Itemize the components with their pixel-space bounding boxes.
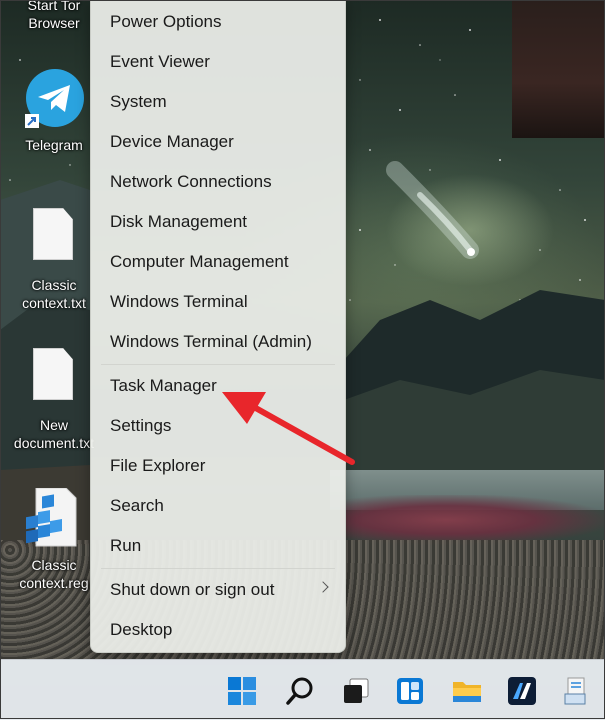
menu-item-windows-terminal[interactable]: Windows Terminal — [91, 283, 345, 321]
windows-start-icon — [228, 677, 256, 705]
menu-item-desktop[interactable]: Desktop — [91, 611, 345, 649]
menu-separator — [101, 568, 335, 569]
menu-item-label: Run — [110, 536, 142, 555]
menu-item-label: Disk Management — [110, 212, 248, 231]
registry-file-icon — [26, 487, 77, 547]
background-window-fragment — [512, 0, 605, 138]
search-icon — [286, 677, 313, 705]
menu-item-device-manager[interactable]: Device Manager — [91, 123, 345, 161]
menu-item-task-manager[interactable]: Task Manager — [91, 367, 345, 405]
menu-item-power-options[interactable]: Power Options — [91, 3, 345, 41]
app-button[interactable] — [502, 671, 542, 711]
menu-item-label: Device Manager — [110, 132, 234, 151]
file-explorer-icon — [453, 682, 481, 702]
quick-link-menu: Power Options Event Viewer System Device… — [90, 0, 346, 653]
menu-item-label: Computer Management — [110, 252, 289, 271]
desktop-icon-classic-reg[interactable] — [22, 487, 78, 548]
menu-item-label: Shut down or sign out — [110, 580, 275, 599]
text-file-icon — [33, 348, 73, 400]
desktop-icon-classic-txt[interactable] — [33, 208, 73, 262]
menu-item-label: Windows Terminal (Admin) — [110, 332, 312, 351]
menu-item-label: Task Manager — [110, 376, 217, 395]
menu-item-run[interactable]: Run — [91, 527, 345, 565]
app-icon — [508, 677, 536, 705]
desktop-app-icon — [564, 677, 586, 705]
task-view-button[interactable] — [336, 671, 376, 711]
desktop-app-button[interactable] — [557, 671, 597, 711]
menu-item-label: File Explorer — [110, 456, 206, 475]
menu-item-label: Settings — [110, 416, 172, 435]
menu-separator — [101, 364, 335, 365]
text-file-icon — [33, 208, 73, 260]
menu-item-network-connections[interactable]: Network Connections — [91, 163, 345, 201]
widgets-button[interactable] — [390, 671, 430, 711]
menu-item-settings[interactable]: Settings — [91, 407, 345, 445]
menu-item-system[interactable]: System — [91, 83, 345, 121]
search-button[interactable] — [280, 671, 320, 711]
menu-item-label: Windows Terminal — [110, 292, 248, 311]
telegram-icon — [25, 69, 84, 128]
menu-item-label: Power Options — [110, 12, 222, 31]
menu-item-label: Desktop — [110, 620, 173, 639]
menu-item-file-explorer[interactable]: File Explorer — [91, 447, 345, 485]
chevron-right-icon — [317, 581, 329, 593]
red-brush-field — [340, 495, 605, 545]
taskbar — [0, 659, 605, 720]
menu-item-label: Network Connections — [110, 172, 272, 191]
menu-item-search[interactable]: Search — [91, 487, 345, 525]
menu-item-computer-management[interactable]: Computer Management — [91, 243, 345, 281]
menu-item-label: Event Viewer — [110, 52, 210, 71]
menu-item-shut-down[interactable]: Shut down or sign out — [91, 571, 345, 609]
desktop-icon-telegram[interactable] — [25, 68, 85, 128]
menu-item-event-viewer[interactable]: Event Viewer — [91, 43, 345, 81]
task-view-icon — [344, 678, 369, 703]
menu-item-windows-terminal-admin[interactable]: Windows Terminal (Admin) — [91, 323, 345, 361]
menu-item-label: Search — [110, 496, 164, 515]
start-button[interactable] — [222, 671, 262, 711]
widgets-icon — [397, 678, 423, 704]
menu-item-label: System — [110, 92, 167, 111]
file-explorer-button[interactable] — [447, 671, 487, 711]
menu-item-disk-management[interactable]: Disk Management — [91, 203, 345, 241]
desktop-icon-new-doc[interactable] — [33, 348, 73, 402]
